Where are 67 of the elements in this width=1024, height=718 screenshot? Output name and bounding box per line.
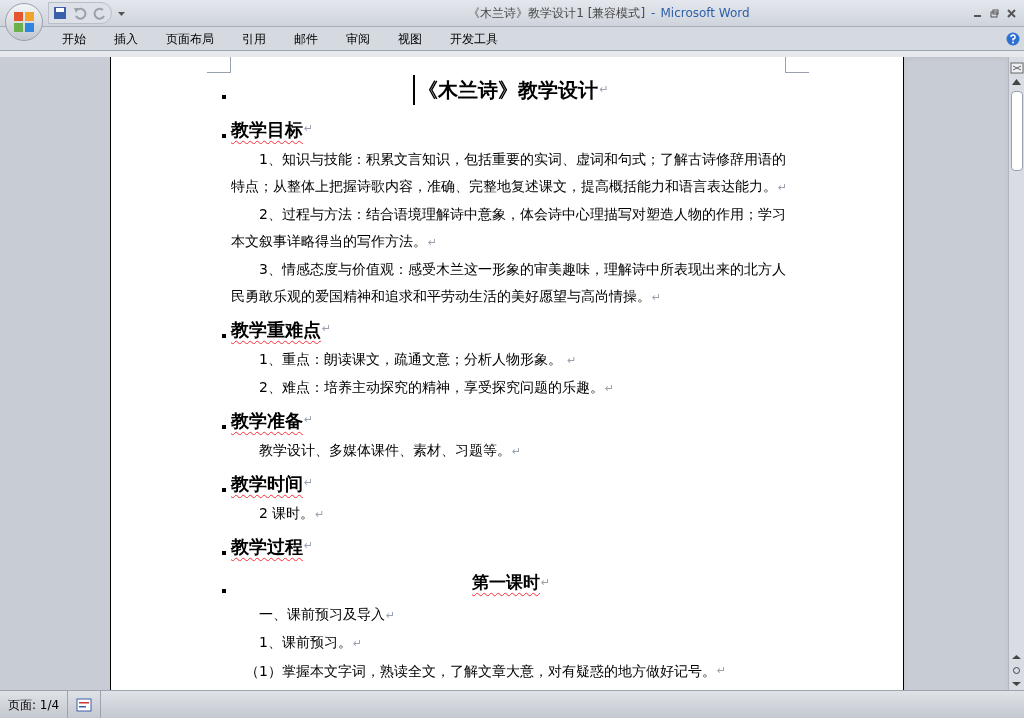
ribbon-tab[interactable]: 开始 — [48, 27, 100, 50]
page-counter[interactable]: 页面: 1/4 — [0, 691, 69, 718]
body-paragraph: 一、课前预习及导入↵ — [258, 605, 397, 624]
paragraph-mark: ↵ — [315, 508, 325, 521]
body-paragraph: 2、难点：培养主动探究的精神，享受探究问题的乐趣。↵ — [258, 378, 616, 397]
ribbon-tab[interactable]: 开发工具 — [436, 27, 512, 50]
section-heading: 教学过程 — [231, 534, 303, 559]
paragraph-mark: ↵ — [599, 81, 609, 98]
bullet-icon — [222, 551, 226, 555]
bullet-icon — [222, 134, 226, 138]
paragraph-mark: ↵ — [304, 411, 314, 428]
close-icon[interactable] — [1007, 8, 1016, 18]
paragraph-mark: ↵ — [304, 474, 314, 491]
body-paragraph: 1、重点：朗读课文，疏通文意；分析人物形象。 ↵ — [258, 350, 578, 369]
spelling-check-icon[interactable] — [76, 697, 93, 712]
app-name: Microsoft Word — [660, 5, 750, 22]
document-title: 《木兰诗》教学设计 — [413, 75, 599, 105]
save-icon[interactable] — [53, 6, 67, 20]
paragraph-mark: ↵ — [428, 236, 438, 249]
paragraph-mark: ↵ — [386, 609, 396, 622]
paragraph-mark: ↵ — [304, 537, 314, 554]
ribbon-tab[interactable]: 审阅 — [332, 27, 384, 50]
ribbon-tab[interactable]: 邮件 — [280, 27, 332, 50]
body-paragraph: 1、课前预习。↵ — [258, 633, 364, 652]
ribbon-tab[interactable]: 插入 — [100, 27, 152, 50]
help-icon[interactable] — [1006, 31, 1020, 46]
bullet-icon — [222, 425, 226, 429]
body-paragraph: 3、情感态度与价值观：感受木兰这一形象的审美趣味，理解诗中所表现出来的北方人民勇敢乐观的爱国精神和追求和平劳动生活的美好愿望与高尚情操。↵ — [231, 260, 787, 306]
restore-icon[interactable] — [990, 8, 999, 18]
body-paragraph: 教学设计、多媒体课件、素材、习题等。↵ — [258, 441, 523, 460]
ribbon-tab[interactable]: 视图 — [384, 27, 436, 50]
scroll-up-icon[interactable] — [1012, 79, 1021, 85]
window-title: 《木兰诗》教学设计1 [兼容模式] — [468, 5, 646, 22]
customize-caret-icon[interactable] — [118, 10, 125, 16]
paragraph-mark: ↵ — [778, 181, 788, 194]
margin-corner-mark — [785, 57, 809, 73]
paragraph-mark: ↵ — [716, 662, 727, 679]
paragraph-mark: ↵ — [540, 574, 551, 591]
office-logo-icon — [13, 11, 35, 33]
body-paragraph: （1）掌握本文字词，熟读全文，了解文章大意，对有疑惑的地方做好记号。 — [245, 661, 716, 681]
paragraph-mark: ↵ — [512, 445, 522, 458]
section-heading: 教学重难点 — [231, 317, 321, 342]
section-heading: 教学时间 — [231, 471, 303, 496]
office-button[interactable] — [5, 3, 43, 41]
margin-corner-mark — [207, 57, 231, 73]
paragraph-mark: ↵ — [322, 320, 332, 337]
body-paragraph: 2 课时。↵ — [258, 504, 326, 523]
browse-object-icon[interactable] — [1012, 666, 1021, 675]
paragraph-mark: ↵ — [604, 382, 615, 395]
bullet-icon — [222, 589, 226, 593]
body-paragraph: 1、知识与技能：积累文言知识，包括重要的实词、虚词和句式；了解古诗修辞用语的特点；从整体上把握诗歌内容，准确、完整地复述课文，提高概括能力和语言表达能力。↵ — [231, 150, 789, 196]
paragraph-mark: ↵ — [567, 354, 577, 367]
bullet-icon — [222, 95, 226, 99]
section-heading: 教学目标 — [231, 117, 303, 142]
scrollbar-thumb[interactable] — [1010, 91, 1023, 171]
paragraph-mark: ↵ — [652, 291, 662, 304]
title-separator: - — [651, 5, 656, 22]
paragraph-mark: ↵ — [352, 637, 363, 650]
ruler-toggle-icon[interactable] — [1009, 61, 1024, 75]
section-heading: 教学准备 — [231, 408, 303, 433]
ribbon-tab[interactable]: 页面布局 — [152, 27, 228, 50]
ribbon-tab[interactable]: 引用 — [228, 27, 280, 50]
lesson-heading: 第一课时 — [471, 571, 540, 595]
body-paragraph: 2、过程与方法：结合语境理解诗中意象，体会诗中心理描写对塑造人物的作用；学习本文叙事详略得当的写作方法。↵ — [231, 205, 787, 251]
bullet-icon — [222, 334, 226, 338]
paragraph-mark: ↵ — [304, 120, 314, 137]
bullet-icon — [222, 488, 226, 492]
